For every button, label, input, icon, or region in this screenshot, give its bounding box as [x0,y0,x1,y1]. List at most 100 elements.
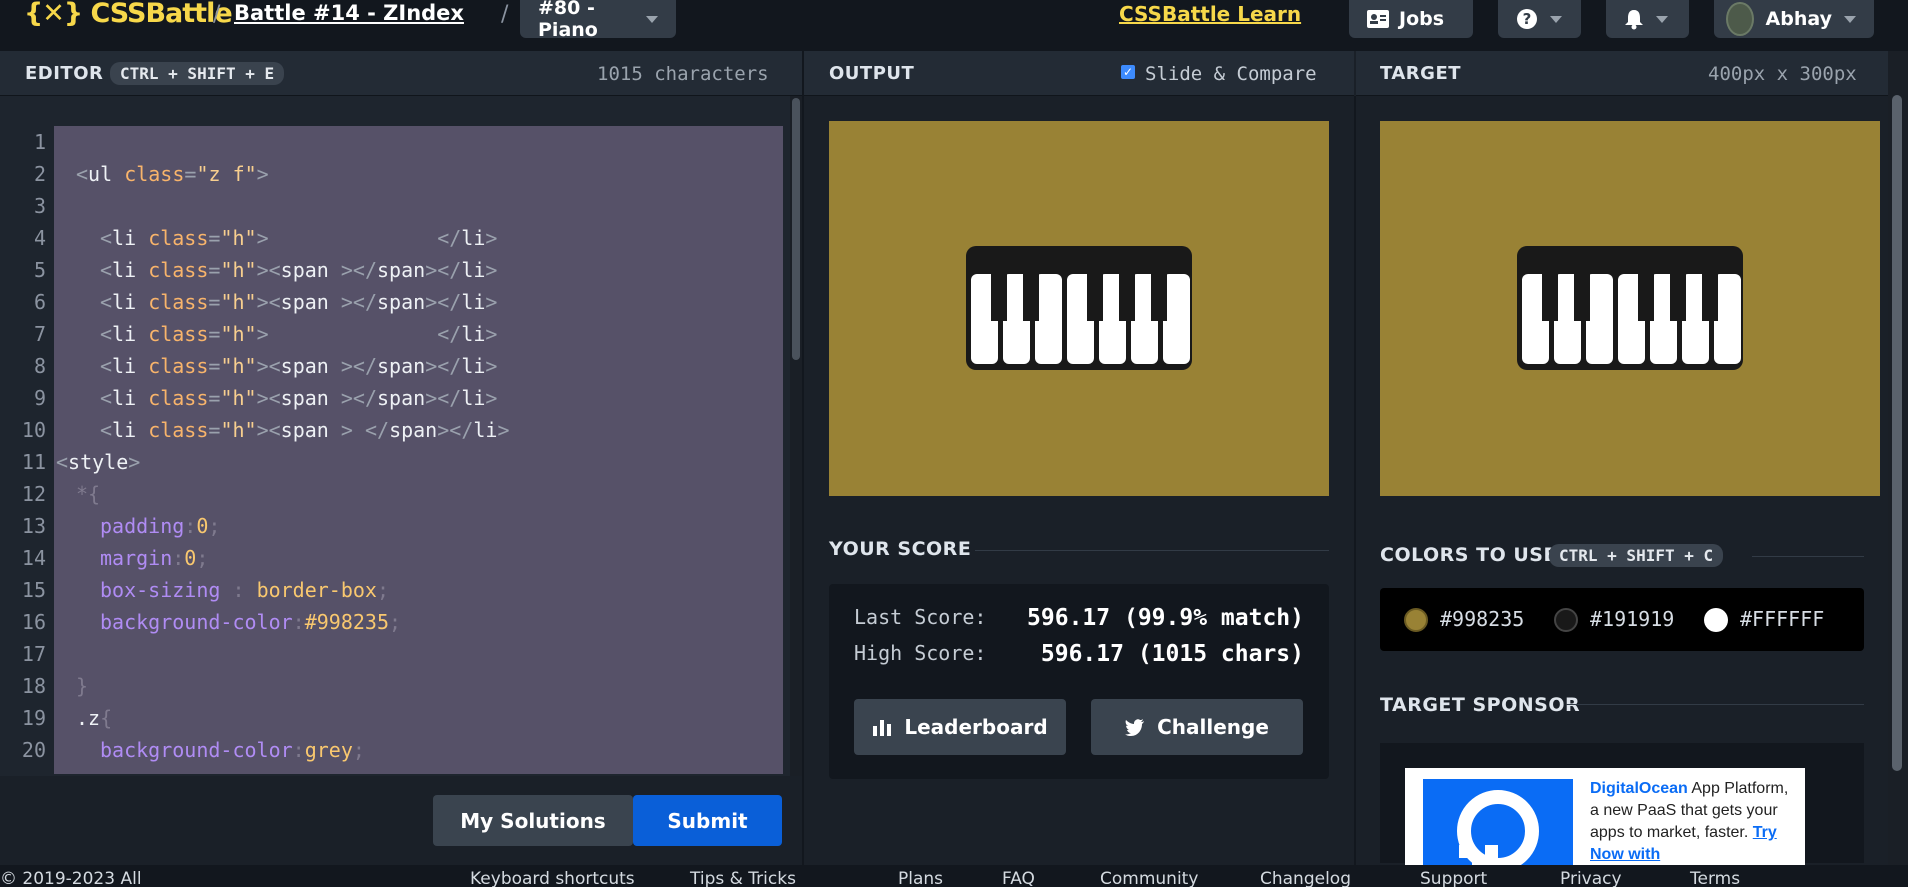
code-line: 11 <style> [21,450,141,474]
score-section-title: YOUR SCORE [829,538,972,560]
divider [975,550,1329,551]
question-icon: ? [1517,9,1537,29]
footer-link[interactable]: Privacy [1560,869,1622,887]
cssbattle-learn-link[interactable]: CSSBattle Learn [1119,2,1301,26]
user-menu[interactable]: Abhay [1714,0,1874,38]
code-line: 9 <li class="h"><span ></span></li> [33,386,498,410]
target-header: TARGET 400px x 300px [1356,51,1888,96]
page-scrollbar[interactable] [1888,51,1908,887]
code-line: 19 .z{ [21,706,113,730]
editor-scroll-thumb[interactable] [792,98,800,360]
code-line: 17 [21,642,46,666]
black-key [1638,274,1654,321]
code-line: 5 <li class="h"><span ></span></li> [33,258,498,282]
footer-link[interactable]: Plans [898,869,943,887]
slide-compare-label[interactable]: Slide & Compare [1145,63,1317,85]
submit-button[interactable]: Submit [633,795,782,846]
code-editor[interactable]: 1 2 <ul class="z f"> 3 4 <li class="h"> </… [0,96,802,776]
color-hex[interactable]: #998235 [1440,607,1524,631]
leaderboard-button[interactable]: Leaderboard [854,699,1066,755]
code-lines: 1 2 <ul class="z f"> 3 4 <li class="h"> </… [0,126,780,766]
editor-scrollbar[interactable] [790,96,802,776]
target-title: TARGET [1380,63,1462,84]
jobs-label: Jobs [1399,8,1445,30]
piano-output [966,246,1192,370]
score-box: Last Score: 596.17 (99.9% match) High Sc… [829,584,1329,779]
target-size: 400px x 300px [1708,63,1857,85]
code-line: 3 [33,194,46,218]
black-key [1574,274,1590,321]
code-line: 7 <li class="h"> </li> [33,322,498,346]
digitalocean-logo [1423,779,1573,872]
footer-link[interactable]: Community [1100,869,1198,887]
panel-divider [1354,96,1356,865]
target-select[interactable]: #80 - Piano [520,0,676,41]
my-solutions-button[interactable]: My Solutions [433,795,633,846]
code-line: 4 <li class="h"> </li> [33,226,498,250]
code-line: 15 box-sizing : border-box; [21,578,390,602]
leaderboard-label: Leaderboard [904,715,1048,739]
editor-header: EDITOR CTRL + SHIFT + E 1015 characters [0,51,802,96]
color-swatch[interactable] [1404,608,1428,632]
footer-link[interactable]: Tips & Tricks [690,869,796,887]
chevron-down-icon [1656,15,1668,23]
sponsor-brand[interactable]: DigitalOcean [1590,780,1688,797]
last-score-value: 596.17 (99.9% match) [1027,605,1304,631]
code-line: 20 background-color:grey; [21,738,365,762]
bar-chart-icon [873,720,892,736]
output-header: OUTPUT ✓ Slide & Compare [804,51,1354,96]
battle-link[interactable]: Battle #14 - ZIndex [234,1,464,25]
slide-compare-checkbox[interactable]: ✓ [1121,65,1135,79]
challenge-button[interactable]: Challenge [1091,699,1303,755]
sponsor-card[interactable]: DigitalOcean App Platform, a new PaaS th… [1405,768,1805,878]
id-card-icon [1367,10,1389,28]
black-key [1670,274,1686,321]
sponsor-text: DigitalOcean App Platform, a new PaaS th… [1590,778,1800,866]
code-line: 14 margin:0; [21,546,209,570]
black-key [1119,274,1135,321]
chevron-down-icon [1550,15,1562,23]
color-swatch[interactable] [1554,608,1578,632]
twitter-icon [1125,718,1145,736]
code-line: 13 padding:0; [21,514,221,538]
color-swatch[interactable] [1704,608,1728,632]
bell-icon [1625,10,1643,30]
color-hex[interactable]: #FFFFFF [1740,607,1824,631]
white-key [1035,274,1062,364]
white-key [1714,274,1741,364]
last-score-label: Last Score: [854,605,987,629]
sponsor-section-title: TARGET SPONSOR [1380,694,1581,716]
code-line: 10 <li class="h"><span > </span></li> [21,418,510,442]
breadcrumb-separator: / [501,2,509,27]
help-menu[interactable]: ? [1498,0,1581,38]
black-key [1023,274,1039,321]
cssbattle-logo[interactable]: {✕} CSSBattle [24,0,233,29]
color-hex[interactable]: #191919 [1590,607,1674,631]
code-line: 16 background-color:#998235; [21,610,402,634]
footer-link[interactable]: Support [1420,869,1487,887]
digitalocean-icon [1457,790,1539,872]
char-count: 1015 characters [597,63,769,85]
footer-link[interactable]: Terms [1690,869,1740,887]
footer-link[interactable]: Changelog [1260,869,1351,887]
editor-shortcut: CTRL + SHIFT + E [110,62,285,85]
white-key [1586,274,1613,364]
colors-shortcut: CTRL + SHIFT + C [1549,544,1724,567]
black-key [991,274,1007,321]
output-canvas[interactable] [829,121,1329,496]
code-line: 1 [33,130,46,154]
code-line: 18} [21,674,89,698]
notifications-menu[interactable] [1606,0,1689,38]
panel-divider [802,51,804,865]
page-scroll-thumb[interactable] [1892,95,1902,771]
piano-target [1517,246,1743,370]
editor-title: EDITOR [25,63,104,84]
chevron-down-icon [1844,15,1856,23]
divider [1566,704,1864,705]
high-score-value: 596.17 (1015 chars) [1040,641,1304,667]
breadcrumb-separator: / [213,2,221,27]
jobs-button[interactable]: Jobs [1349,0,1473,38]
footer-link[interactable]: FAQ [1002,869,1035,887]
challenge-label: Challenge [1157,715,1269,739]
footer-link[interactable]: Keyboard shortcuts [470,869,635,887]
